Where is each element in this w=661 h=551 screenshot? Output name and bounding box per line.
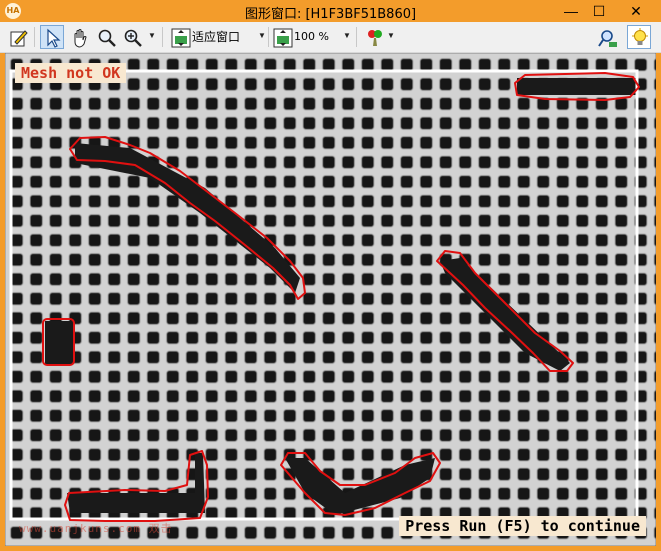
- hand-icon: [74, 29, 87, 48]
- lightbulb-button[interactable]: [627, 25, 651, 49]
- toolbar-separator: [356, 27, 357, 47]
- lightbulb-icon: [632, 28, 648, 45]
- zoom-dropdown-arrow[interactable]: ▼: [147, 26, 157, 46]
- color-button[interactable]: [362, 25, 386, 49]
- fit-window-icon: [171, 28, 191, 48]
- toolbar-separator: [162, 27, 163, 47]
- mesh-image: [5, 53, 656, 546]
- magnify-button[interactable]: [94, 25, 118, 49]
- maximize-button[interactable]: ☐: [585, 1, 613, 21]
- pointer-button[interactable]: [40, 25, 64, 49]
- zoom-percent-value: 100 %: [294, 30, 329, 43]
- inspect-button[interactable]: [595, 25, 619, 49]
- pan-button[interactable]: [67, 25, 91, 49]
- edit-icon: [10, 30, 28, 47]
- zoom-button[interactable]: [120, 25, 144, 49]
- zoom-percent-dropdown-arrow[interactable]: ▼: [342, 26, 352, 46]
- zoom-percent-icon: [273, 28, 293, 48]
- toolbar: ▼ 适应窗口 ▼ 100 % ▼ ▼: [0, 22, 661, 53]
- zoom-icon: [124, 29, 142, 47]
- magnifier-icon: [98, 29, 116, 47]
- toolbar-separator: [268, 27, 269, 47]
- inspect-icon: [598, 30, 617, 47]
- close-button[interactable]: ✕: [613, 1, 659, 21]
- color-brush-icon: [368, 30, 382, 46]
- fit-window-label: 适应窗口: [192, 30, 241, 44]
- fit-window-button[interactable]: [168, 25, 192, 49]
- zoom-percent-button[interactable]: [270, 25, 294, 49]
- watermark: www.uanjkuns.com 双击: [19, 522, 173, 535]
- continue-message: Press Run (F5) to continue: [399, 516, 646, 536]
- toolbar-separator: [34, 27, 35, 47]
- edit-button[interactable]: [6, 25, 30, 49]
- mesh-status-message: Mesh not OK: [15, 63, 127, 83]
- graphics-canvas[interactable]: Mesh not OK Press Run (F5) to continue w…: [5, 53, 656, 546]
- title-bar: HA 图形窗口: [H1F3BF51B860] — ☐ ✕: [0, 0, 661, 22]
- color-dropdown-arrow[interactable]: ▼: [386, 26, 396, 46]
- fit-window-dropdown-arrow[interactable]: ▼: [257, 26, 267, 46]
- pointer-icon: [47, 28, 61, 48]
- mesh-texture: [5, 53, 656, 546]
- minimize-button[interactable]: —: [557, 1, 585, 21]
